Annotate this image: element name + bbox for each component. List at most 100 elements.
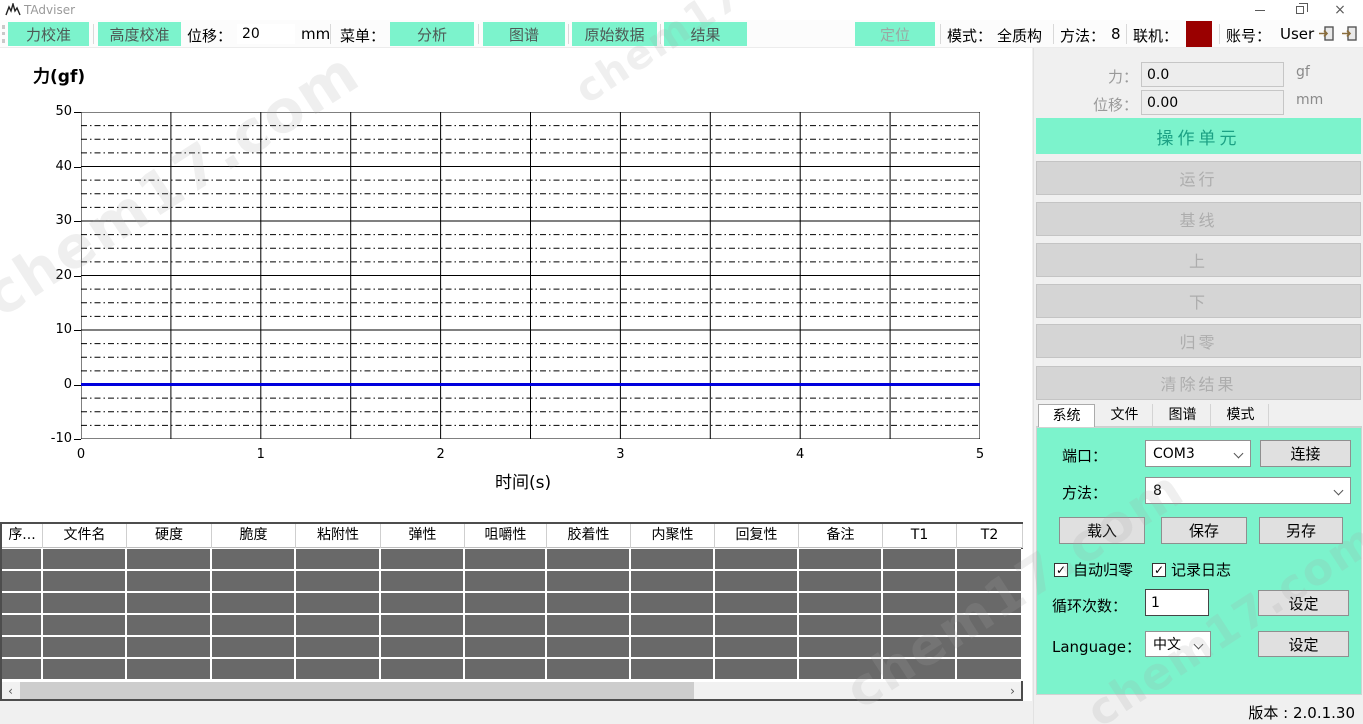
method-label: 方法： bbox=[1060, 25, 1105, 46]
separator bbox=[93, 24, 94, 44]
table-row[interactable] bbox=[2, 615, 1023, 637]
y-tick-mark bbox=[74, 330, 81, 331]
y-tick-label: 0 bbox=[38, 377, 72, 392]
logout-icon[interactable] bbox=[1340, 25, 1358, 43]
window-title: TAdviser bbox=[24, 3, 75, 17]
cycles-label: 循环次数： bbox=[1052, 595, 1127, 616]
table-cell bbox=[212, 659, 296, 681]
column-header[interactable]: 备注 bbox=[799, 524, 883, 548]
column-header[interactable]: 胶着性 bbox=[547, 524, 631, 548]
column-header[interactable]: 序... bbox=[2, 524, 43, 548]
menu-item-results[interactable]: 结果 bbox=[664, 22, 747, 46]
horizontal-scrollbar[interactable]: ‹ › bbox=[2, 682, 1021, 699]
log-checkbox[interactable]: ✓ 记录日志 bbox=[1152, 559, 1231, 580]
tab-mode[interactable]: 模式 bbox=[1213, 404, 1269, 427]
auto-zero-checkbox[interactable]: ✓ 自动归零 bbox=[1054, 559, 1133, 580]
table-body bbox=[2, 549, 1023, 681]
table-cell bbox=[43, 615, 127, 637]
toolbar-grip[interactable] bbox=[2, 25, 5, 43]
down-button[interactable]: 下 bbox=[1036, 284, 1361, 318]
run-button[interactable]: 运行 bbox=[1036, 161, 1361, 195]
table-row[interactable] bbox=[2, 637, 1023, 659]
column-header[interactable]: T1 bbox=[883, 524, 957, 548]
connect-button[interactable]: 连接 bbox=[1260, 440, 1351, 467]
table-cell bbox=[2, 637, 43, 659]
online-status-indicator[interactable] bbox=[1186, 21, 1212, 47]
clear-results-button[interactable]: 清除结果 bbox=[1036, 366, 1361, 400]
load-button[interactable]: 载入 bbox=[1059, 517, 1145, 544]
tab-file[interactable]: 文件 bbox=[1097, 404, 1153, 427]
scrollbar-thumb[interactable] bbox=[20, 682, 694, 699]
save-as-button[interactable]: 另存 bbox=[1259, 517, 1343, 544]
baseline-button[interactable]: 基线 bbox=[1036, 202, 1361, 236]
table-cell bbox=[715, 615, 799, 637]
chevron-down-icon bbox=[1234, 449, 1244, 459]
table-cell bbox=[547, 549, 631, 571]
save-button[interactable]: 保存 bbox=[1161, 517, 1247, 544]
table-row[interactable] bbox=[2, 593, 1023, 615]
column-header[interactable]: 咀嚼性 bbox=[465, 524, 547, 548]
mode-value: 全质构 bbox=[997, 25, 1042, 46]
language-label: Language： bbox=[1052, 636, 1141, 657]
zero-button[interactable]: 归零 bbox=[1036, 324, 1361, 358]
table-cell bbox=[381, 637, 465, 659]
table-row[interactable] bbox=[2, 571, 1023, 593]
displacement-input[interactable] bbox=[237, 24, 295, 44]
column-header[interactable]: 文件名 bbox=[43, 524, 127, 548]
tab-graph[interactable]: 图谱 bbox=[1155, 404, 1211, 427]
y-tick-mark bbox=[74, 167, 81, 168]
table-row[interactable] bbox=[2, 549, 1023, 571]
table-cell bbox=[2, 615, 43, 637]
x-tick-label: 5 bbox=[965, 447, 995, 462]
column-header[interactable]: 弹性 bbox=[381, 524, 465, 548]
table-cell bbox=[957, 593, 1023, 615]
scroll-left-arrow[interactable]: ‹ bbox=[2, 682, 19, 699]
force-calibration-button[interactable]: 力校准 bbox=[8, 22, 89, 46]
column-header[interactable]: 回复性 bbox=[715, 524, 799, 548]
locate-button[interactable]: 定位 bbox=[855, 22, 935, 46]
table-cell bbox=[127, 659, 212, 681]
plot-canvas[interactable] bbox=[81, 112, 980, 439]
table-cell bbox=[296, 593, 381, 615]
separator bbox=[1219, 24, 1220, 44]
account-label: 账号： bbox=[1226, 25, 1271, 46]
restore-button[interactable] bbox=[1283, 2, 1317, 18]
language-set-button[interactable]: 设定 bbox=[1258, 631, 1349, 657]
scroll-right-arrow[interactable]: › bbox=[1004, 682, 1021, 699]
displacement-unit: mm bbox=[1296, 92, 1323, 108]
column-header[interactable]: 硬度 bbox=[127, 524, 212, 548]
table-cell bbox=[715, 549, 799, 571]
x-tick-label: 2 bbox=[426, 447, 456, 462]
separator bbox=[568, 24, 569, 44]
tab-system[interactable]: 系统 bbox=[1038, 404, 1095, 427]
system-tab-page: 端口： COM3 连接 方法： 8 载入 保存 另存 ✓ 自动归零 ✓ 记录日志 bbox=[1036, 427, 1362, 695]
height-calibration-button[interactable]: 高度校准 bbox=[98, 22, 181, 46]
close-button[interactable]: × bbox=[1323, 2, 1357, 18]
menu-item-rawdata[interactable]: 原始数据 bbox=[572, 22, 657, 46]
column-header[interactable]: T2 bbox=[957, 524, 1023, 548]
table-cell bbox=[883, 659, 957, 681]
version-label: 版本 : 2.0.1.30 bbox=[1248, 702, 1355, 723]
table-cell bbox=[883, 637, 957, 659]
method-select[interactable]: 8 bbox=[1145, 477, 1351, 504]
chevron-down-icon bbox=[1194, 640, 1204, 650]
column-header[interactable]: 内聚性 bbox=[631, 524, 715, 548]
column-header[interactable]: 脆度 bbox=[212, 524, 296, 548]
cycles-input[interactable] bbox=[1145, 589, 1209, 616]
column-header[interactable]: 粘附性 bbox=[296, 524, 381, 548]
table-row[interactable] bbox=[2, 659, 1023, 681]
cycles-set-button[interactable]: 设定 bbox=[1258, 590, 1349, 616]
mode-label: 模式： bbox=[947, 25, 992, 46]
minimize-button[interactable] bbox=[1243, 2, 1277, 18]
up-button[interactable]: 上 bbox=[1036, 243, 1361, 277]
port-select[interactable]: COM3 bbox=[1145, 440, 1251, 467]
table-cell bbox=[799, 571, 883, 593]
table-cell bbox=[631, 593, 715, 615]
menu-item-analysis[interactable]: 分析 bbox=[390, 22, 474, 46]
login-icon[interactable] bbox=[1317, 25, 1335, 43]
language-select[interactable]: 中文 bbox=[1145, 631, 1211, 657]
menu-item-graph[interactable]: 图谱 bbox=[483, 22, 565, 46]
operate-unit-button[interactable]: 操作单元 bbox=[1036, 118, 1361, 154]
table-cell bbox=[799, 637, 883, 659]
auto-zero-label: 自动归零 bbox=[1073, 559, 1133, 580]
